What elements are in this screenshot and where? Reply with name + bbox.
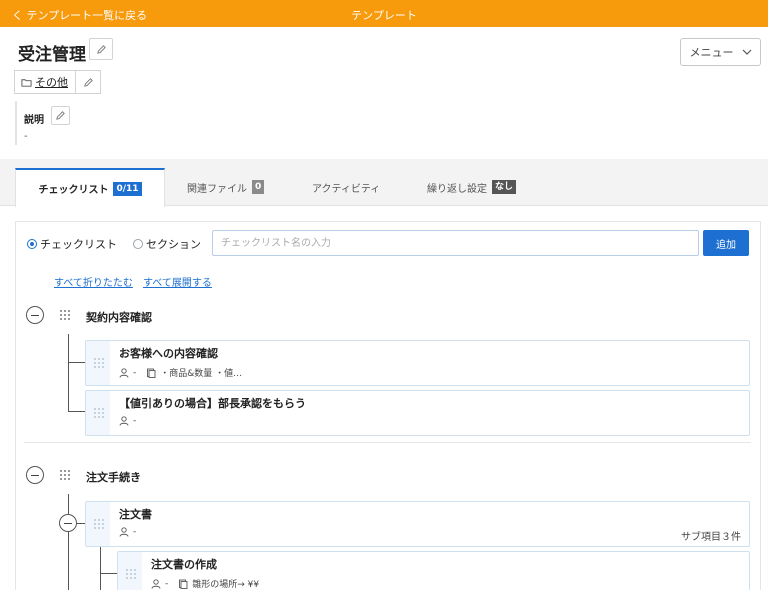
item-assignee: - — [133, 416, 137, 426]
related-files-count-badge: 0 — [252, 180, 265, 194]
category-link[interactable]: その他 — [15, 71, 76, 93]
item-meta: - ・商品&数量 ・値… — [119, 366, 242, 379]
tree-branch — [68, 411, 85, 412]
user-icon — [119, 416, 129, 426]
section-drag-handle[interactable] — [60, 310, 70, 320]
edit-description-button[interactable] — [51, 106, 70, 125]
tab-activity-label: アクティビティ — [312, 183, 381, 195]
item-drag-handle[interactable] — [86, 502, 110, 546]
tree-branch — [68, 362, 85, 363]
checklist-name-input[interactable] — [212, 230, 699, 256]
radio-section[interactable]: セクション — [133, 236, 201, 252]
section-collapse-toggle[interactable] — [26, 466, 44, 484]
item-meta: - — [119, 527, 136, 537]
item-assignee: - — [133, 367, 137, 378]
tree-line — [68, 494, 69, 590]
edit-category-button[interactable] — [76, 71, 100, 93]
radio-checklist-circle — [27, 239, 37, 249]
add-button[interactable]: 追加 — [703, 230, 749, 256]
tab-checklist-label: チェックリスト — [38, 185, 109, 196]
edit-title-button[interactable] — [89, 38, 113, 60]
expand-all-link[interactable]: すべて展開する — [143, 274, 212, 289]
checklist-subitem[interactable]: 注文書の作成 - 雛形の場所→ ¥¥ — [117, 551, 750, 590]
tab-bar: チェックリスト 0/11 関連ファイル 0 アクティビティ 繰り返し設定 なし — [0, 159, 768, 207]
item-drag-handle[interactable] — [118, 552, 142, 590]
note-icon — [179, 579, 188, 589]
checklist-item[interactable]: 注文書 - サブ項目３件 — [85, 501, 750, 547]
top-bar: く テンプレート一覧に戻る テンプレート — [0, 0, 768, 27]
user-icon — [119, 367, 129, 378]
tab-checklist[interactable]: チェックリスト 0/11 — [15, 168, 165, 207]
radio-section-label: セクション — [146, 238, 201, 251]
description-value: - — [24, 131, 28, 142]
item-assignee: - — [133, 527, 137, 537]
tree-line — [100, 547, 101, 590]
item-drag-handle[interactable] — [86, 341, 110, 385]
category-label: その他 — [35, 76, 68, 89]
section-drag-handle[interactable] — [60, 470, 70, 480]
user-icon — [151, 578, 161, 589]
category-box: その他 — [14, 70, 101, 94]
section-title: 注文手続き — [86, 471, 141, 484]
radio-checklist-label: チェックリスト — [40, 238, 117, 251]
description-label: 説明 — [24, 115, 44, 126]
subitem-count: サブ項目３件 — [681, 532, 741, 543]
section-title: 契約内容確認 — [86, 311, 152, 324]
item-title: 注文書 — [119, 508, 152, 521]
tab-related-files-label: 関連ファイル — [187, 183, 247, 195]
item-title: 【値引ありの場合】部長承認をもらう — [119, 397, 306, 410]
header-title: テンプレート — [351, 9, 417, 22]
page-title: 受注管理 — [18, 45, 86, 65]
item-drag-handle[interactable] — [86, 391, 110, 435]
pencil-icon — [56, 111, 65, 120]
tree-branch — [100, 573, 117, 574]
note-icon — [147, 368, 156, 378]
description-bar — [15, 101, 17, 145]
menu-button[interactable]: メニュー — [680, 38, 761, 66]
item-collapse-toggle[interactable] — [59, 514, 77, 532]
tab-repeat-settings-label: 繰り返し設定 — [427, 183, 487, 195]
item-meta: - — [119, 416, 136, 426]
radio-checklist[interactable]: チェックリスト — [27, 236, 117, 252]
tab-related-files[interactable]: 関連ファイル 0 — [187, 168, 265, 206]
item-note: ・商品&数量 ・値… — [160, 369, 243, 379]
item-note: 雛形の場所→ ¥¥ — [192, 580, 260, 590]
user-icon — [119, 527, 129, 537]
folder-icon — [21, 78, 32, 87]
repeat-settings-badge: なし — [492, 180, 517, 194]
pencil-icon — [96, 44, 106, 54]
tree-branch — [77, 523, 85, 524]
tab-repeat-settings[interactable]: 繰り返し設定 なし — [427, 168, 517, 206]
item-assignee: - — [165, 578, 169, 589]
pencil-icon — [83, 77, 93, 87]
section-divider — [24, 442, 751, 443]
checklist-item[interactable]: 【値引ありの場合】部長承認をもらう - — [85, 390, 750, 436]
checklist-count-badge: 0/11 — [113, 181, 142, 196]
item-meta: - 雛形の場所→ ¥¥ — [151, 577, 259, 590]
tree-line — [68, 334, 69, 412]
tab-activity[interactable]: アクティビティ — [312, 168, 380, 206]
collapse-all-link[interactable]: すべて折りたたむ — [54, 274, 133, 289]
radio-section-circle — [133, 239, 143, 249]
section-collapse-toggle[interactable] — [26, 306, 44, 324]
item-title: 注文書の作成 — [151, 558, 217, 571]
menu-label: メニュー — [689, 46, 734, 59]
chevron-down-icon — [742, 49, 751, 55]
item-title: お客様への内容確認 — [119, 347, 218, 360]
checklist-item[interactable]: お客様への内容確認 - ・商品&数量 ・値… — [85, 340, 750, 386]
